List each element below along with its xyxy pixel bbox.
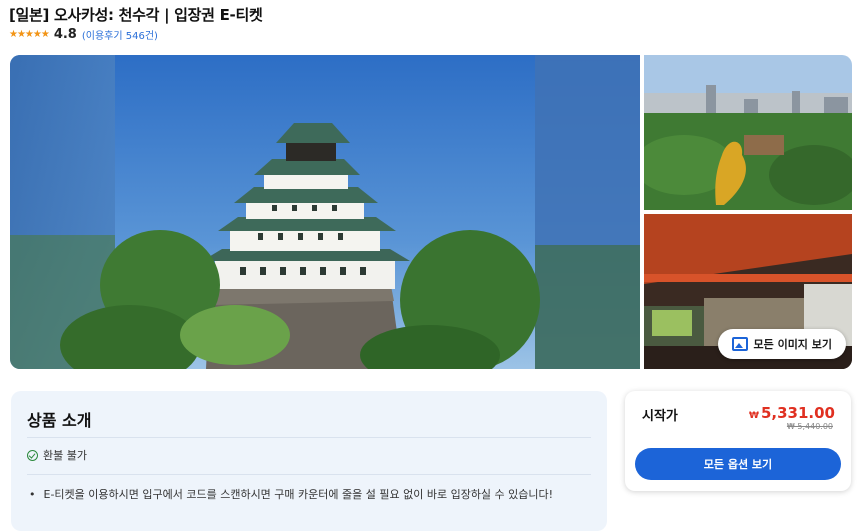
refund-text: 환불 불가 xyxy=(43,449,87,462)
star-rating-icon: ★★★★★ xyxy=(9,29,50,40)
bullet-dot: • xyxy=(29,488,36,501)
view-all-images-button[interactable]: 모든 이미지 보기 xyxy=(717,329,846,359)
product-intro-section: 상품 소개 환불 불가 • E-티켓을 이용하시면 입구에서 코드를 스캔하시면… xyxy=(11,391,607,531)
start-price-label: 시작가 xyxy=(642,409,678,424)
currency-symbol: ₩ xyxy=(749,411,759,421)
city-view-photo xyxy=(644,55,852,210)
bullet-text: E-티켓을 이용하시면 입구에서 코드를 스캔하시면 구매 카운터에 줄을 설 … xyxy=(43,488,554,501)
original-price: ₩ 5,440.00 xyxy=(786,422,833,431)
refund-policy: 환불 불가 xyxy=(27,447,87,463)
check-circle-icon xyxy=(27,449,38,461)
castle-photo xyxy=(10,55,640,369)
rating-row: ★★★★★ 4.8 (이용후기 546건) xyxy=(9,27,158,42)
price-card: 시작가 ₩5,331.00 ₩ 5,440.00 모든 옵션 보기 xyxy=(625,391,851,491)
rating-score: 4.8 xyxy=(53,27,77,42)
image-gallery: 모든 이미지 보기 xyxy=(10,55,852,369)
section-title: 상품 소개 xyxy=(27,411,92,430)
current-price: ₩5,331.00 xyxy=(749,404,835,422)
review-count-link[interactable]: (이용후기 546건) xyxy=(82,27,158,42)
divider xyxy=(27,437,591,438)
side-image-interior[interactable]: 모든 이미지 보기 xyxy=(644,214,852,369)
price-value: 5,331.00 xyxy=(760,404,835,422)
divider xyxy=(27,474,591,475)
page-title: [일본] 오사카성: 천수각 | 입장권 E-티켓 xyxy=(9,6,263,24)
view-all-images-label: 모든 이미지 보기 xyxy=(753,338,833,351)
main-image[interactable] xyxy=(10,55,640,369)
list-item: • E-티켓을 이용하시면 입구에서 코드를 스캔하시면 구매 카운터에 줄을 … xyxy=(29,487,589,503)
view-all-options-button[interactable]: 모든 옵션 보기 xyxy=(635,448,841,480)
image-icon xyxy=(731,337,748,351)
side-image-city-view[interactable] xyxy=(644,55,852,210)
